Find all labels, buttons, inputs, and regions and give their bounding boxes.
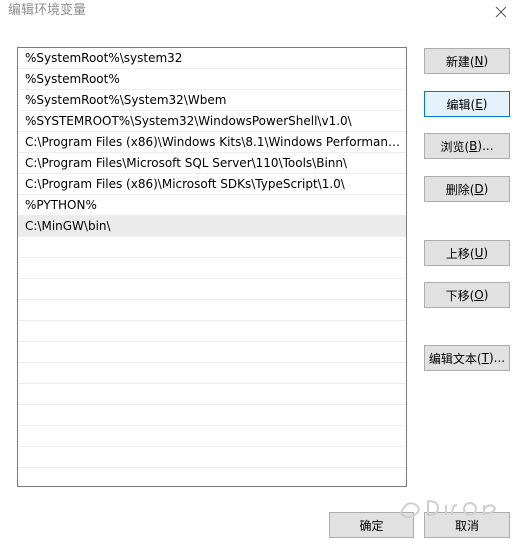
close-icon[interactable] xyxy=(494,5,508,19)
empty-list-row[interactable] xyxy=(18,405,406,426)
move-down-button[interactable]: 下移(O) xyxy=(424,282,510,308)
list-item[interactable]: C:\MinGW\bin\ xyxy=(18,216,406,237)
ok-button[interactable]: 确定 xyxy=(329,512,414,538)
list-item[interactable]: %SystemRoot% xyxy=(18,69,406,90)
empty-list-row[interactable] xyxy=(18,321,406,342)
edit-text-button-key: T xyxy=(481,351,489,365)
empty-list-row[interactable] xyxy=(18,447,406,468)
list-item[interactable]: %SystemRoot%\system32 xyxy=(18,48,406,69)
new-button-key: N xyxy=(474,54,484,68)
empty-rows xyxy=(18,237,406,468)
list-item[interactable]: %SYSTEMROOT%\System32\WindowsPowerShell\… xyxy=(18,111,406,132)
move-down-button-key: O xyxy=(474,288,484,302)
new-button-tail: ) xyxy=(483,54,489,68)
edit-button-tail: ) xyxy=(482,97,488,111)
edit-text-button-label: 编辑文本( xyxy=(428,351,482,366)
delete-button[interactable]: 删除(D) xyxy=(424,176,510,202)
edit-button[interactable]: 编辑(E) xyxy=(424,91,510,117)
browse-button-tail: )... xyxy=(477,139,494,153)
cancel-button-label: 取消 xyxy=(454,518,479,533)
edit-text-button[interactable]: 编辑文本(T)... xyxy=(424,345,510,371)
list-item[interactable]: C:\Program Files (x86)\Microsoft SDKs\Ty… xyxy=(18,174,406,195)
edit-button-key: E xyxy=(475,97,483,111)
move-up-button-label: 上移( xyxy=(445,246,475,261)
empty-list-row[interactable] xyxy=(18,384,406,405)
window-title: 编辑环境变量 xyxy=(8,3,87,18)
new-button-label: 新建( xyxy=(445,54,475,69)
move-up-button-tail: ) xyxy=(483,246,489,260)
move-down-button-tail: ) xyxy=(483,288,489,302)
browse-button-label: 浏览( xyxy=(440,139,470,154)
empty-list-row[interactable] xyxy=(18,258,406,279)
list-item[interactable]: C:\Program Files\Microsoft SQL Server\11… xyxy=(18,153,406,174)
move-up-button-key: U xyxy=(474,246,484,260)
delete-button-tail: ) xyxy=(483,182,489,196)
list-item[interactable]: %SystemRoot%\System32\Wbem xyxy=(18,90,406,111)
path-listbox[interactable]: %SystemRoot%\system32 %SystemRoot% %Syst… xyxy=(17,47,407,487)
empty-list-row[interactable] xyxy=(18,342,406,363)
new-button[interactable]: 新建(N) xyxy=(424,48,510,74)
list-item[interactable]: C:\Program Files (x86)\Windows Kits\8.1\… xyxy=(18,132,406,153)
empty-list-row[interactable] xyxy=(18,279,406,300)
cancel-button[interactable]: 取消 xyxy=(424,512,510,538)
ok-button-label: 确定 xyxy=(359,518,384,533)
edit-button-label: 编辑( xyxy=(446,97,476,112)
empty-list-row[interactable] xyxy=(18,363,406,384)
empty-list-row[interactable] xyxy=(18,237,406,258)
empty-list-row[interactable] xyxy=(18,426,406,447)
title-bar: 编辑环境变量 xyxy=(0,0,520,24)
move-down-button-label: 下移( xyxy=(445,288,475,303)
browse-button-key: B xyxy=(469,139,478,153)
list-item[interactable]: %PYTHON% xyxy=(18,195,406,216)
move-up-button[interactable]: 上移(U) xyxy=(424,240,510,266)
edit-text-button-tail: )... xyxy=(488,351,506,365)
delete-button-key: D xyxy=(474,182,484,196)
delete-button-label: 删除( xyxy=(445,182,475,197)
empty-list-row[interactable] xyxy=(18,300,406,321)
browse-button[interactable]: 浏览(B)... xyxy=(424,133,510,159)
